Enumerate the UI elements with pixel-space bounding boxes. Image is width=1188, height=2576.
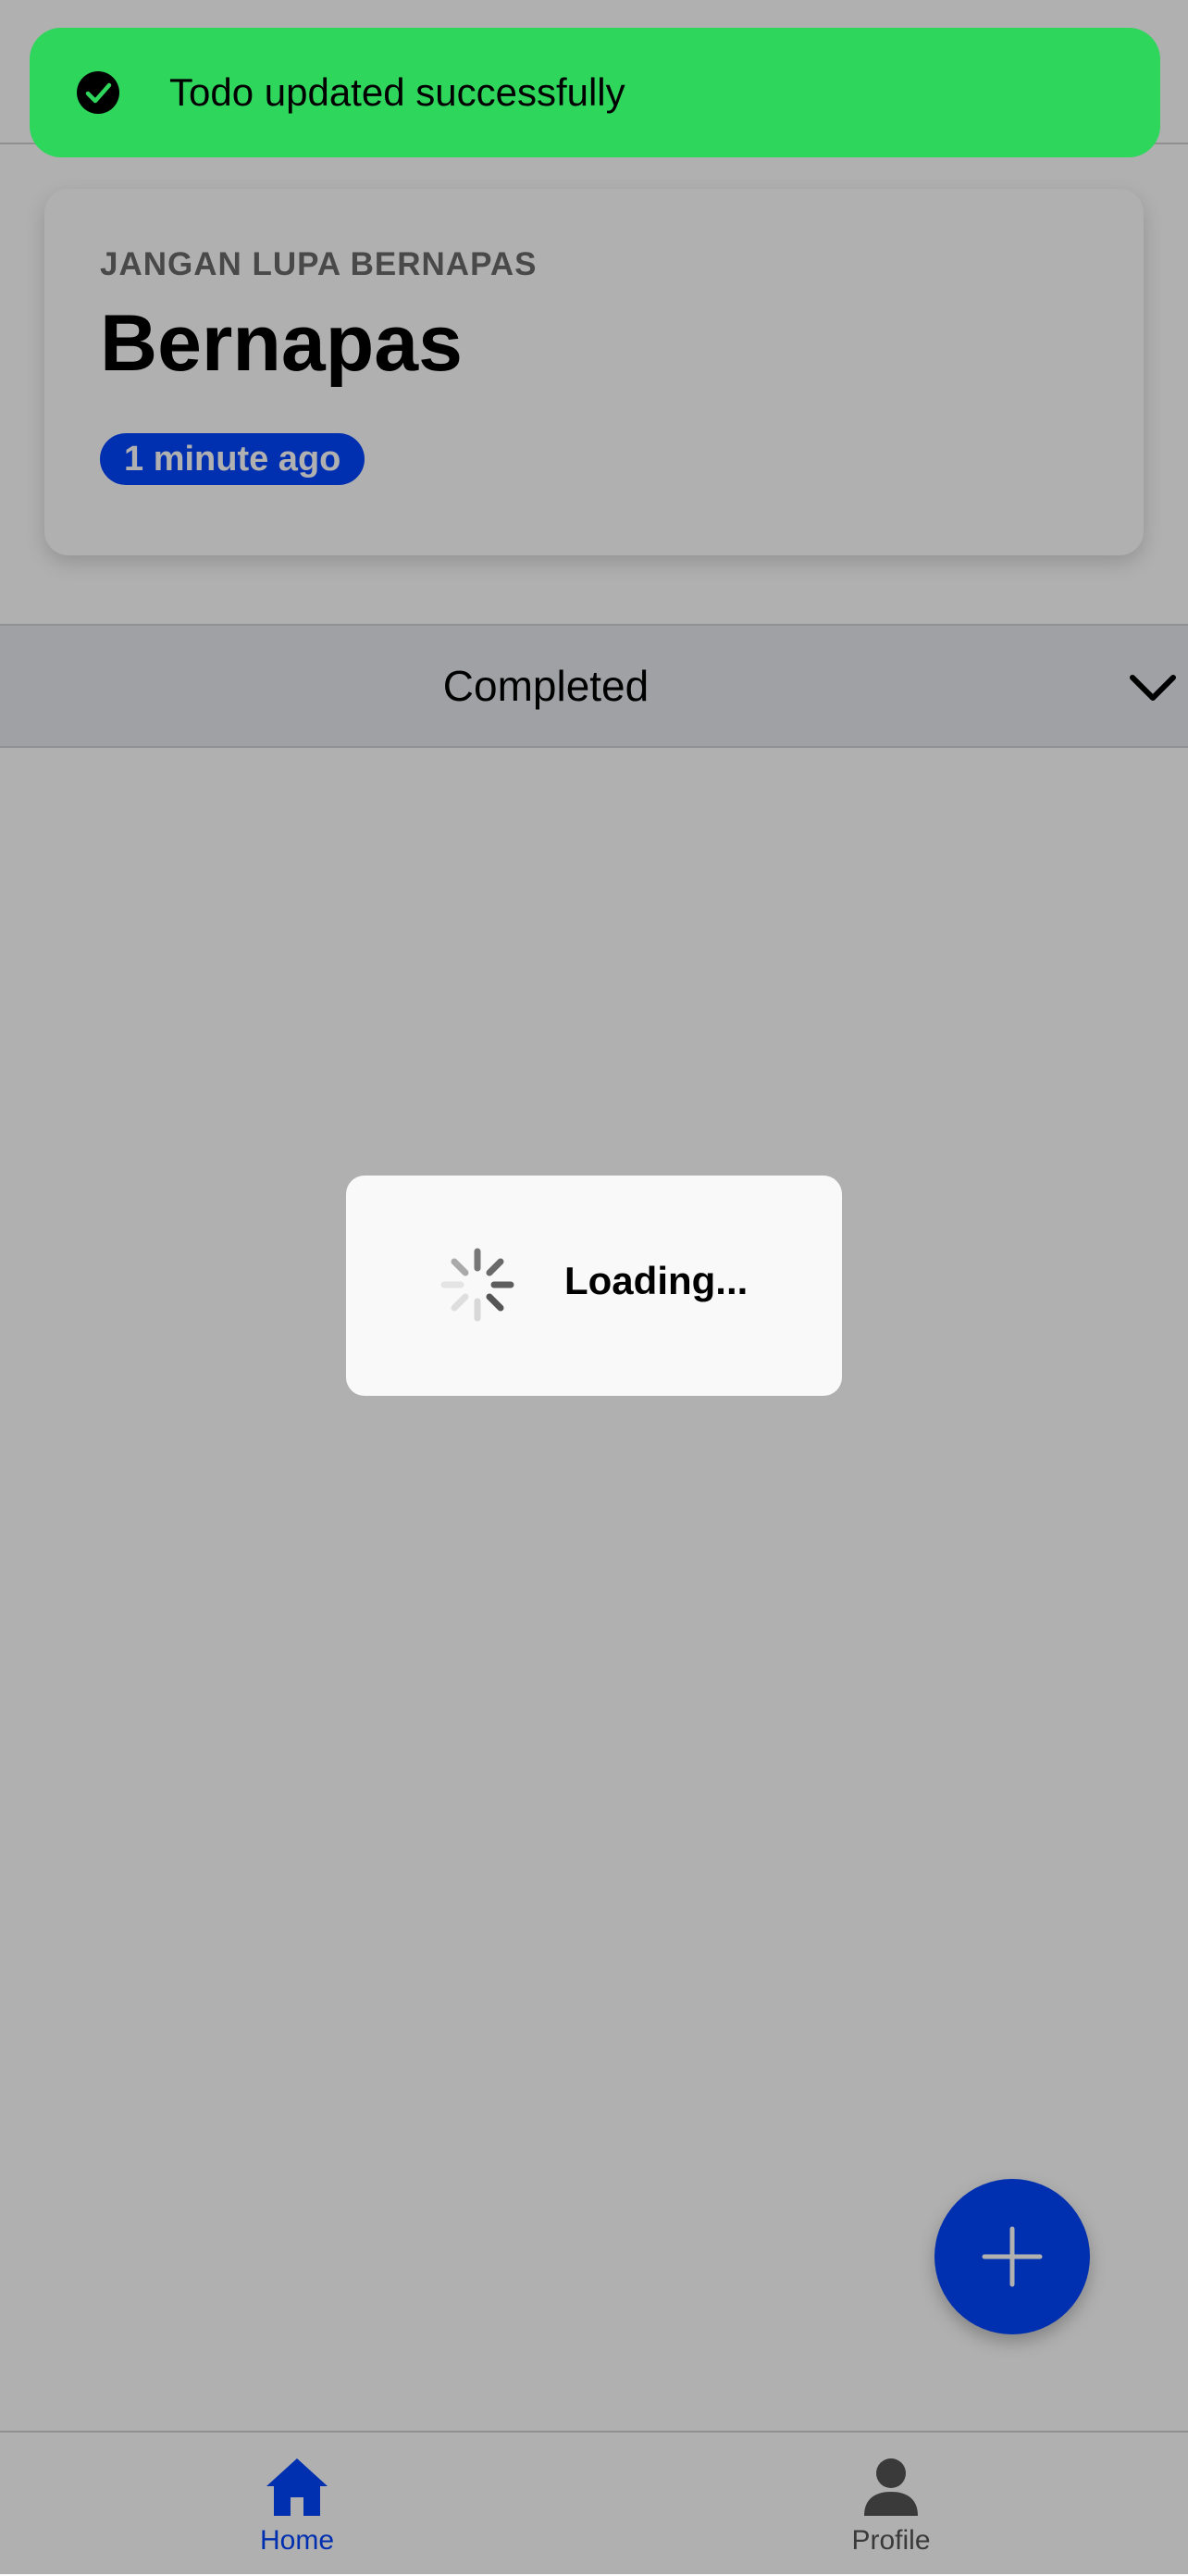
loading-dialog: Loading... (346, 1176, 842, 1396)
toast-message: Todo updated successfully (169, 70, 625, 114)
spinner-icon (440, 1248, 514, 1322)
success-toast[interactable]: Todo updated successfully (30, 28, 1160, 157)
loading-text: Loading... (564, 1259, 749, 1302)
check-circle-icon (77, 71, 119, 114)
